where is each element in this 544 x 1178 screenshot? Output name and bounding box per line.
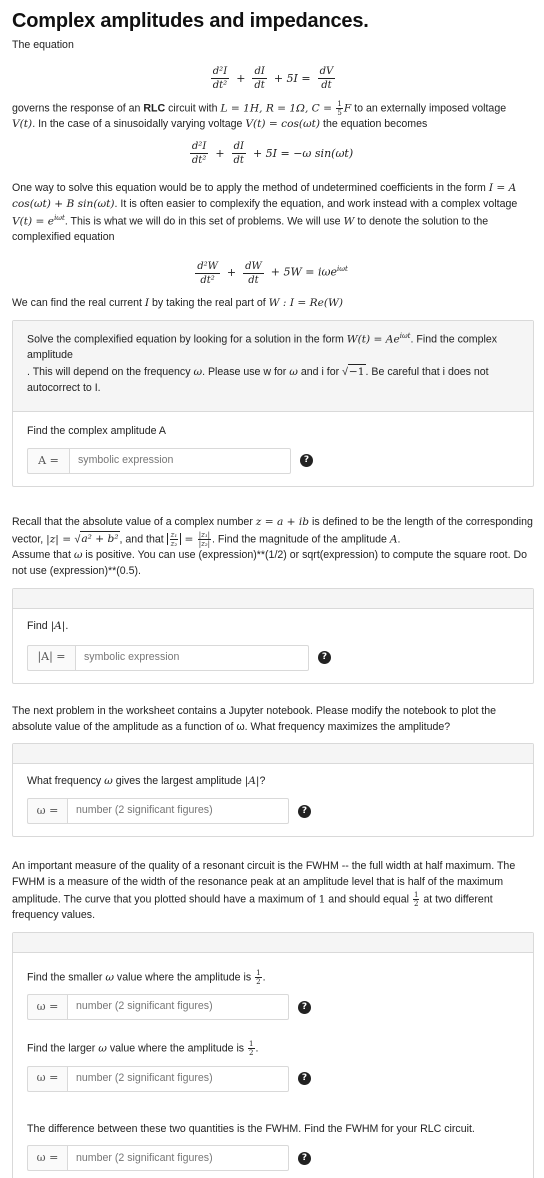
eq1-d2i-frac: d²I dt² [210, 66, 230, 92]
question-1-card: Solve the complexified equation by looki… [12, 319, 534, 487]
question-4-6-card: Find the smaller ω value where the ampli… [12, 932, 534, 1178]
equation-2: d²I dt² + dI dt + 5I = −ω sin(ωt) [189, 141, 354, 167]
omega-label: ω = [27, 1065, 67, 1092]
question-5-input-row: ω = number (2 significant figures) ? [27, 1065, 519, 1092]
question-2-header [13, 588, 533, 609]
question-4-prompt: Find the smaller ω value where the ampli… [27, 969, 266, 987]
eq1-dv-frac: dV dt [317, 66, 336, 92]
help-icon[interactable]: ? [318, 651, 331, 665]
page-title: Complex amplitudes and impedances. [12, 10, 369, 32]
question-3-prompt: What frequency ω gives the largest ampli… [27, 775, 266, 788]
intro-lead: The equation [12, 39, 74, 51]
eq1-di-frac: dI dt [252, 66, 267, 92]
recall-paragraph: Recall that the absolute value of a comp… [12, 515, 533, 577]
help-icon[interactable]: ? [298, 1072, 311, 1086]
fwhm-paragraph: An important measure of the quality of a… [12, 860, 516, 922]
magnitude-label: |A| = [27, 644, 75, 671]
larger-omega-input[interactable]: number (2 significant figures) [67, 1065, 289, 1092]
page: Complex amplitudes and impedances. The e… [0, 0, 544, 1178]
magnitude-input[interactable]: symbolic expression [75, 644, 309, 671]
help-icon[interactable]: ? [298, 1000, 311, 1014]
omega-label: ω = [27, 1145, 67, 1172]
question-1-prompt: Find the complex amplitude A [27, 425, 166, 438]
help-icon[interactable]: ? [300, 454, 313, 468]
question-5-prompt: Find the larger ω value where the amplit… [27, 1040, 259, 1058]
real-current-paragraph: We can find the real current I by taking… [12, 297, 344, 310]
max-frequency-input[interactable]: number (2 significant figures) [67, 798, 289, 825]
question-6-input-row: ω = number (2 significant figures) ? [27, 1145, 519, 1172]
fwhm-input[interactable]: number (2 significant figures) [67, 1145, 289, 1172]
question-3-header [13, 744, 533, 765]
amplitude-label: A = [27, 447, 69, 474]
undetermined-coefficients-paragraph: One way to solve this equation would be … [12, 181, 518, 244]
omega-label: ω = [27, 994, 67, 1021]
question-2-card: Find |A|. |A| = symbolic expression ? [12, 587, 534, 684]
question-1-input-row: A = symbolic expression ? [27, 447, 519, 474]
help-icon[interactable]: ? [298, 1151, 311, 1165]
question-4-input-row: ω = number (2 significant figures) ? [27, 994, 519, 1021]
question-3-card: What frequency ω gives the largest ampli… [12, 743, 534, 838]
amplitude-input[interactable]: symbolic expression [69, 447, 291, 474]
smaller-omega-input[interactable]: number (2 significant figures) [67, 994, 289, 1021]
omega-label: ω = [27, 798, 67, 825]
question-3-input-row: ω = number (2 significant figures) ? [27, 798, 519, 825]
question-4-header [13, 933, 533, 954]
equation-3: d²W dt² + dW dt + 5W = iωeiωt [195, 260, 348, 286]
jupyter-paragraph: The next problem in the worksheet contai… [12, 704, 497, 733]
question-1-instructions: Solve the complexified equation by looki… [13, 320, 533, 413]
question-2-prompt: Find |A|. [27, 619, 69, 632]
help-icon[interactable]: ? [298, 804, 311, 818]
governs-paragraph: governs the response of an RLC circuit w… [12, 99, 507, 131]
question-2-input-row: |A| = symbolic expression ? [27, 644, 519, 671]
equation-1: d²I dt² + dI dt + 5I = dV dt [210, 66, 336, 92]
question-6-prompt: The difference between these two quantit… [27, 1122, 475, 1135]
